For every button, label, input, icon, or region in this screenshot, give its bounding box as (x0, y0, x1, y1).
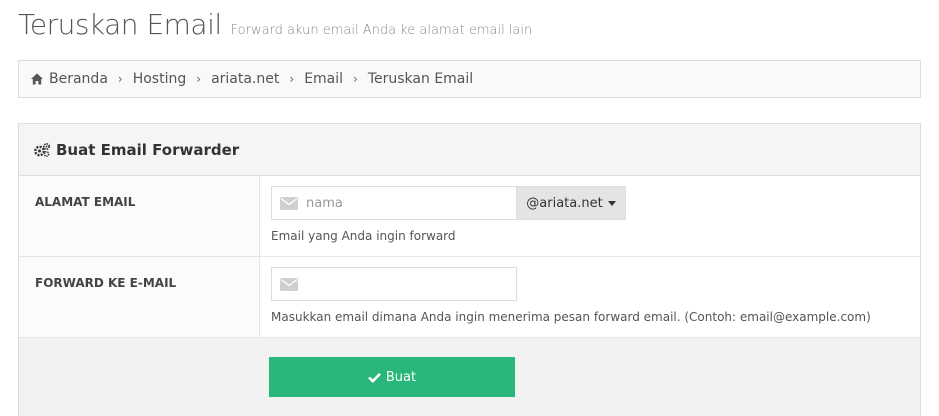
breadcrumb-separator: › (117, 72, 123, 86)
forward-email-input[interactable] (306, 276, 506, 292)
email-name-input[interactable] (306, 195, 506, 211)
form-row-email-address: ALAMAT EMAIL @ariata.net Email yang Anda… (19, 176, 920, 257)
cogs-icon (33, 142, 51, 158)
page-header: Teruskan Email Forward akun email Anda k… (18, 8, 532, 41)
create-button-label: Buat (385, 369, 417, 385)
home-icon (30, 72, 44, 86)
forward-input-wrapper (271, 267, 517, 301)
breadcrumb-separator: › (353, 72, 358, 86)
breadcrumb-separator: › (289, 72, 295, 86)
check-icon (367, 372, 381, 383)
email-input-group: @ariata.net (271, 186, 920, 220)
breadcrumb-item-domain[interactable]: ariata.net (211, 71, 279, 87)
breadcrumb-separator: › (196, 72, 202, 86)
breadcrumb-item-email[interactable]: Email (304, 71, 343, 87)
page-title: Teruskan Email (18, 8, 222, 41)
help-text: Email yang Anda ingin forward (271, 229, 456, 243)
field-cell: @ariata.net Email yang Anda ingin forwar… (260, 176, 920, 256)
breadcrumb-item-hosting[interactable]: Hosting (133, 71, 187, 87)
breadcrumb-item-current: Teruskan Email (367, 71, 474, 87)
page-subtitle: Forward akun email Anda ke alamat email … (230, 23, 533, 38)
create-button[interactable]: Buat (269, 357, 515, 397)
field-cell: Masukkan email dimana Anda ingin menerim… (260, 257, 920, 337)
breadcrumb: Beranda › Hosting › ariata.net › Email ›… (18, 60, 921, 98)
envelope-icon (280, 277, 298, 291)
envelope-icon (280, 196, 298, 210)
panel-heading: Buat Email Forwarder (19, 124, 920, 176)
domain-select-button[interactable]: @ariata.net (517, 186, 626, 220)
forward-input-group (271, 267, 920, 301)
domain-label: @ariata.net (526, 195, 603, 211)
caret-down-icon (607, 200, 616, 206)
form-row-forward-to: FORWARD KE E-MAIL Masukkan email dimana … (19, 257, 920, 338)
form-footer: Buat (19, 338, 920, 416)
panel-title: Buat Email Forwarder (56, 140, 240, 159)
help-text: Masukkan email dimana Anda ingin menerim… (271, 310, 871, 324)
email-input-wrapper (271, 186, 517, 220)
breadcrumb-item-beranda[interactable]: Beranda (49, 71, 108, 87)
field-label: FORWARD KE E-MAIL (19, 257, 260, 337)
field-label: ALAMAT EMAIL (19, 176, 260, 256)
forwarder-panel: Buat Email Forwarder ALAMAT EMAIL @ariat… (18, 123, 921, 416)
